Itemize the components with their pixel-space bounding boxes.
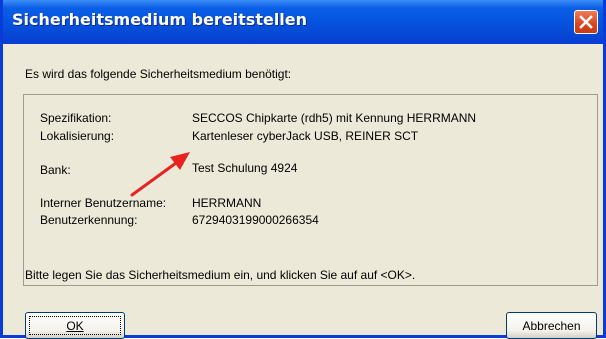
user-id-label: Benutzerkennung: <box>40 213 138 227</box>
username-value: HERRMANN <box>192 196 262 210</box>
close-button[interactable] <box>574 10 598 34</box>
cancel-button-label: Abbrechen <box>522 319 581 333</box>
intro-text: Es wird das folgende Sicherheitsmedium b… <box>25 67 292 81</box>
bank-value: Test Schulung 4924 <box>192 161 298 175</box>
localization-label: Lokalisierung: <box>40 129 115 143</box>
spec-label: Spezifikation: <box>40 111 112 125</box>
instruction-text: Bitte legen Sie das Sicherheitsmedium ei… <box>25 268 416 282</box>
user-id-value: 6729403199000266354 <box>192 213 319 227</box>
dialog-content: Es wird das folgende Sicherheitsmedium b… <box>3 44 603 339</box>
close-icon <box>579 15 593 29</box>
bank-label: Bank: <box>40 163 71 177</box>
ok-button[interactable]: OK <box>25 312 125 339</box>
dialog-window: Sicherheitsmedium bereitstellen Es wird … <box>0 0 606 339</box>
window-title: Sicherheitsmedium bereitstellen <box>12 10 308 29</box>
localization-value: Kartenleser cyberJack USB, REINER SCT <box>192 129 419 143</box>
cancel-button[interactable]: Abbrechen <box>506 312 597 339</box>
ok-button-label: OK <box>66 319 84 333</box>
red-arrow-annotation <box>130 152 190 197</box>
spec-value: SECCOS Chipkarte (rdh5) mit Kennung HERR… <box>192 111 477 125</box>
title-bar[interactable]: Sicherheitsmedium bereitstellen <box>3 0 603 44</box>
